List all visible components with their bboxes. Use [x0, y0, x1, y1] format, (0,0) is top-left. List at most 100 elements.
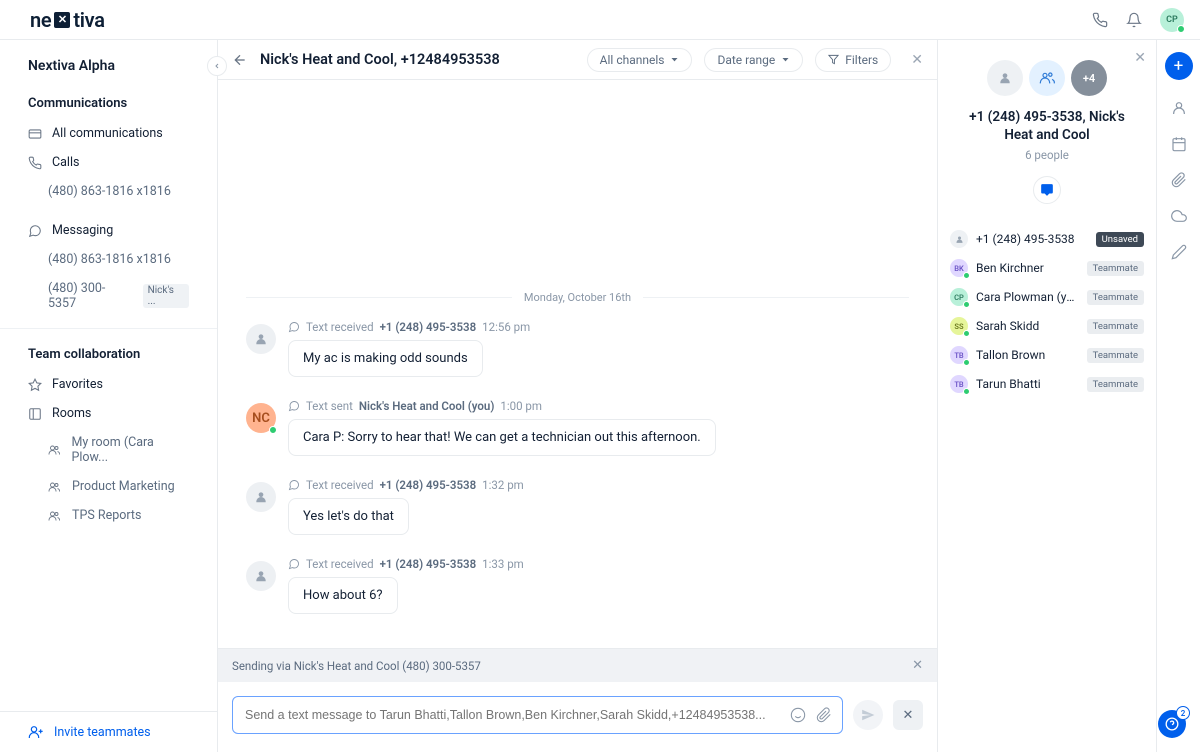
close-details-button[interactable]: ✕ — [1134, 50, 1146, 66]
message-avatar — [246, 561, 276, 591]
participant-row[interactable]: +1 (248) 495-3538Unsaved — [950, 230, 1144, 248]
participant-avatar: TB — [950, 375, 968, 393]
back-button[interactable] — [232, 52, 248, 68]
date-range-filter[interactable]: Date range — [704, 48, 803, 72]
sidebar-item-all-communications[interactable]: All communications — [0, 119, 217, 148]
dismiss-banner-button[interactable]: ✕ — [912, 658, 923, 673]
cloud-icon[interactable] — [1171, 208, 1187, 224]
sidebar-item-messaging[interactable]: Messaging — [0, 216, 217, 245]
inbox-icon — [28, 127, 42, 141]
conversation-pane: Nick's Heat and Cool, +12484953538 All c… — [218, 40, 938, 752]
participant-avatar-more[interactable]: +4 — [1071, 60, 1107, 96]
participant-badge: Teammate — [1087, 290, 1144, 305]
message-composer — [232, 696, 843, 734]
message-sender: +1 (248) 495-3538 — [380, 478, 477, 492]
create-button[interactable]: + — [1165, 52, 1193, 80]
send-button[interactable] — [853, 700, 883, 730]
participant-row[interactable]: TBTallon BrownTeammate — [950, 346, 1144, 364]
close-conversation-button[interactable]: ✕ — [911, 52, 923, 68]
section-team-collab: Team collaboration — [0, 339, 217, 370]
message-kind: Text sent — [306, 399, 353, 413]
sidebar-item-msg-number-2[interactable]: (480) 300-5357 Nick's ... — [0, 274, 217, 318]
profile-icon[interactable] — [1171, 100, 1187, 116]
message-bubble: Yes let's do that — [288, 498, 409, 535]
nav-label: Product Marketing — [72, 479, 175, 494]
chat-action-button[interactable] — [1033, 176, 1061, 204]
participant-avatar: SS — [950, 317, 968, 335]
help-badge: 2 — [1176, 706, 1190, 720]
participant-badge: Teammate — [1087, 261, 1144, 276]
sidebar-item-room-tps[interactable]: TPS Reports — [0, 501, 217, 530]
nav-label: My room (Cara Plow... — [71, 435, 189, 465]
participant-row[interactable]: SSSarah SkiddTeammate — [950, 317, 1144, 335]
people-icon — [48, 481, 62, 493]
avatar-initials: CP — [1166, 15, 1178, 25]
message-body: Text sentNick's Heat and Cool (you)1:00 … — [288, 399, 909, 456]
participant-avatar-group[interactable] — [1029, 60, 1065, 96]
edit-icon[interactable] — [1171, 244, 1187, 260]
sidebar-item-favorites[interactable]: Favorites — [0, 370, 217, 399]
room-icon — [28, 407, 42, 421]
participant-name: Cara Plowman (you) — [976, 290, 1079, 304]
attachment-icon[interactable] — [1171, 172, 1187, 188]
sidebar-item-calls[interactable]: Calls — [0, 148, 217, 177]
message-kind: Text received — [306, 478, 374, 492]
message-list: Monday, October 16th Text received+1 (24… — [218, 80, 937, 648]
current-user-avatar[interactable]: CP — [1160, 8, 1184, 32]
composer-area: Sending via Nick's Heat and Cool (480) 3… — [218, 648, 937, 752]
calendar-icon[interactable] — [1171, 136, 1187, 152]
help-beacon[interactable]: 2 — [1158, 710, 1186, 738]
message-kind: Text received — [306, 320, 374, 334]
people-icon — [48, 510, 62, 522]
attach-icon[interactable] — [816, 707, 832, 723]
nav-label: Rooms — [52, 406, 91, 421]
participant-avatar: BK — [950, 259, 968, 277]
sidebar-collapse-button[interactable] — [207, 56, 227, 76]
sending-via-label: Sending via Nick's Heat and Cool (480) 3… — [232, 659, 481, 673]
sidebar-item-rooms[interactable]: Rooms — [0, 399, 217, 428]
participant-row[interactable]: BKBen KirchnerTeammate — [950, 259, 1144, 277]
nav-label: (480) 300-5357 — [48, 281, 133, 311]
emoji-icon[interactable] — [790, 707, 806, 723]
invite-teammates-button[interactable]: Invite teammates — [0, 711, 217, 752]
message-time: 1:32 pm — [482, 478, 524, 492]
channels-filter[interactable]: All channels — [587, 48, 693, 72]
message-input[interactable] — [243, 707, 790, 723]
nav-label: Calls — [52, 155, 79, 170]
presence-indicator — [269, 426, 277, 434]
message-meta: Text received+1 (248) 495-353812:56 pm — [288, 320, 909, 334]
brand-logo: ne✕tiva — [30, 8, 105, 32]
message-bubble: How about 6? — [288, 577, 398, 614]
participant-name: Tarun Bhatti — [976, 377, 1079, 391]
filters-button[interactable]: Filters — [815, 48, 891, 72]
bell-icon[interactable] — [1126, 12, 1142, 28]
sidebar-item-msg-number-1[interactable]: (480) 863-1816 x1816 — [0, 245, 217, 274]
sidebar-item-room-product[interactable]: Product Marketing — [0, 472, 217, 501]
message-row: Text received+1 (248) 495-353812:56 pmMy… — [246, 320, 909, 377]
invite-icon — [28, 724, 44, 740]
right-rail: + — [1156, 40, 1200, 752]
message-kind: Text received — [306, 557, 374, 571]
sidebar-item-room-myroom[interactable]: My room (Cara Plow... — [0, 428, 217, 472]
participant-avatars: +4 — [950, 60, 1144, 96]
message-icon — [28, 224, 42, 238]
conversation-header: Nick's Heat and Cool, +12484953538 All c… — [218, 40, 937, 80]
participant-row[interactable]: TBTarun BhattiTeammate — [950, 375, 1144, 393]
presence-indicator — [1177, 25, 1185, 33]
nav-label: Messaging — [52, 223, 113, 238]
participant-row[interactable]: CPCara Plowman (you)Teammate — [950, 288, 1144, 306]
message-icon — [288, 321, 300, 333]
message-row: NCText sentNick's Heat and Cool (you)1:0… — [246, 399, 909, 456]
participant-avatar-generic[interactable] — [987, 60, 1023, 96]
cancel-compose-button[interactable]: ✕ — [893, 700, 923, 730]
sidebar-item-calls-number[interactable]: (480) 863-1816 x1816 — [0, 177, 217, 206]
presence-indicator — [963, 330, 970, 337]
phone-icon[interactable] — [1092, 12, 1108, 28]
message-icon — [288, 558, 300, 570]
participant-badge: Teammate — [1087, 319, 1144, 334]
message-sender: +1 (248) 495-3538 — [380, 320, 477, 334]
message-body: Text received +1 (248) 495-3538 1:32 pm Yes… — [288, 478, 909, 535]
phone-icon — [28, 156, 42, 170]
presence-indicator — [963, 272, 970, 279]
sidebar: Nextiva Alpha Communications All communi… — [0, 40, 218, 752]
